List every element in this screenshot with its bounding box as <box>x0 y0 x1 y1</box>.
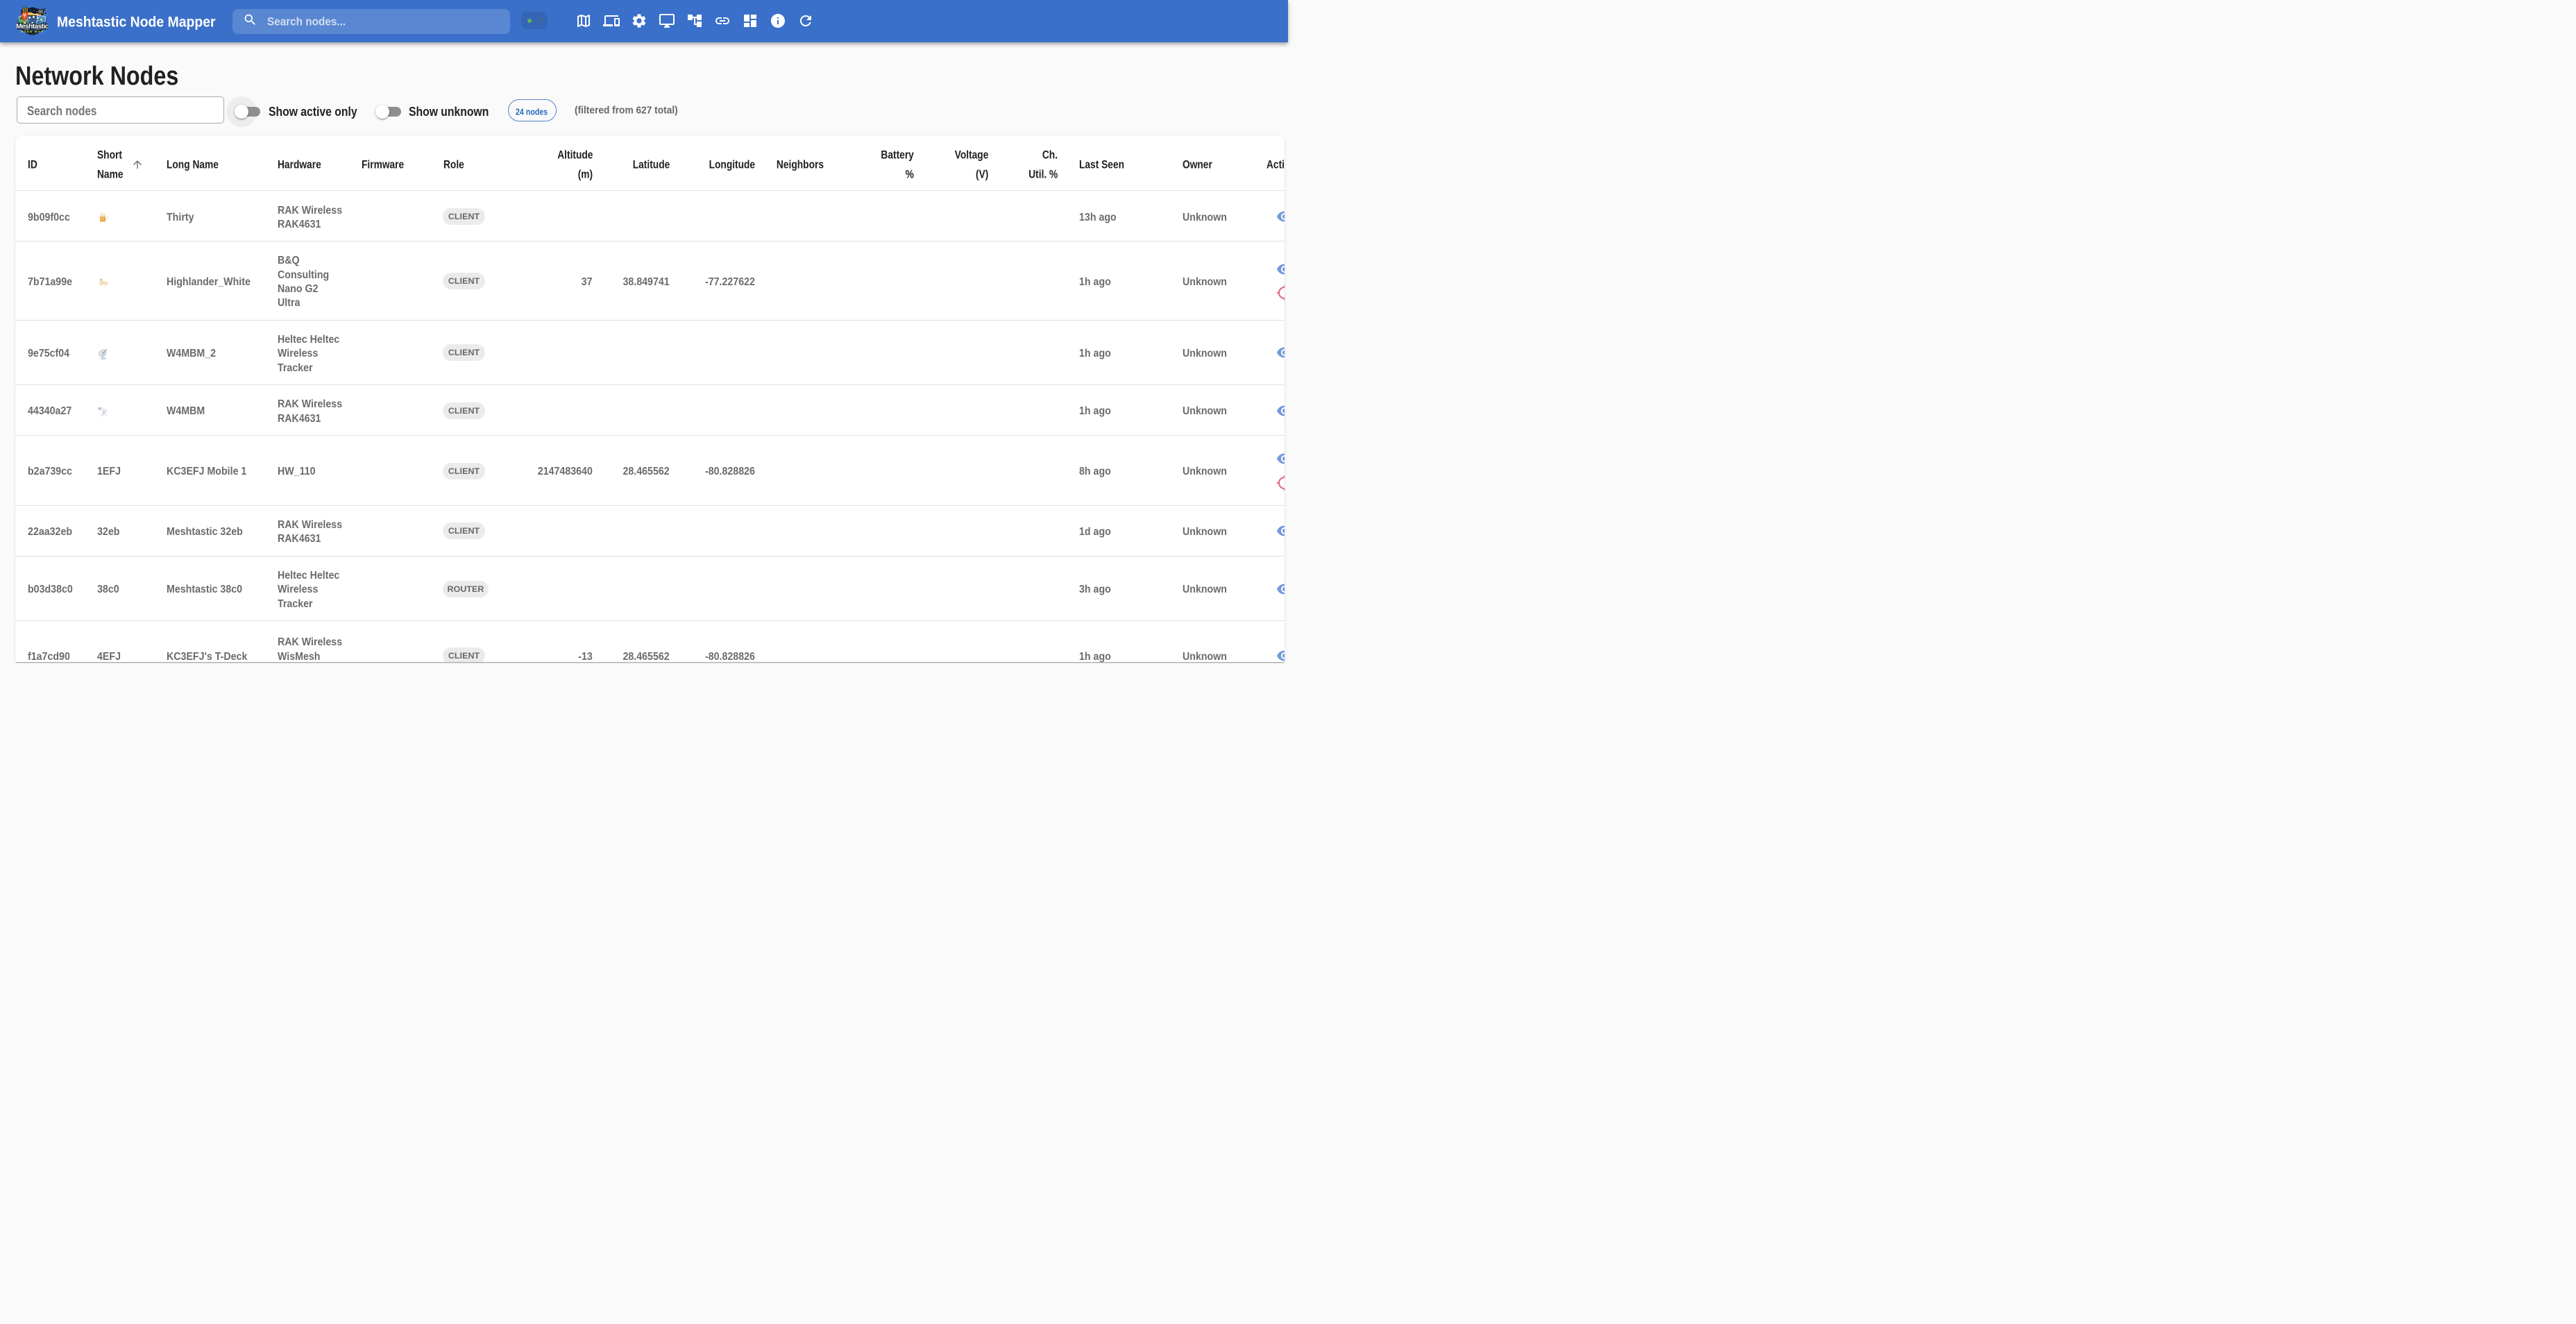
svg-text:Meshtastic: Meshtastic <box>17 22 48 30</box>
svg-text:NODE MAP: NODE MAP <box>21 30 44 33</box>
